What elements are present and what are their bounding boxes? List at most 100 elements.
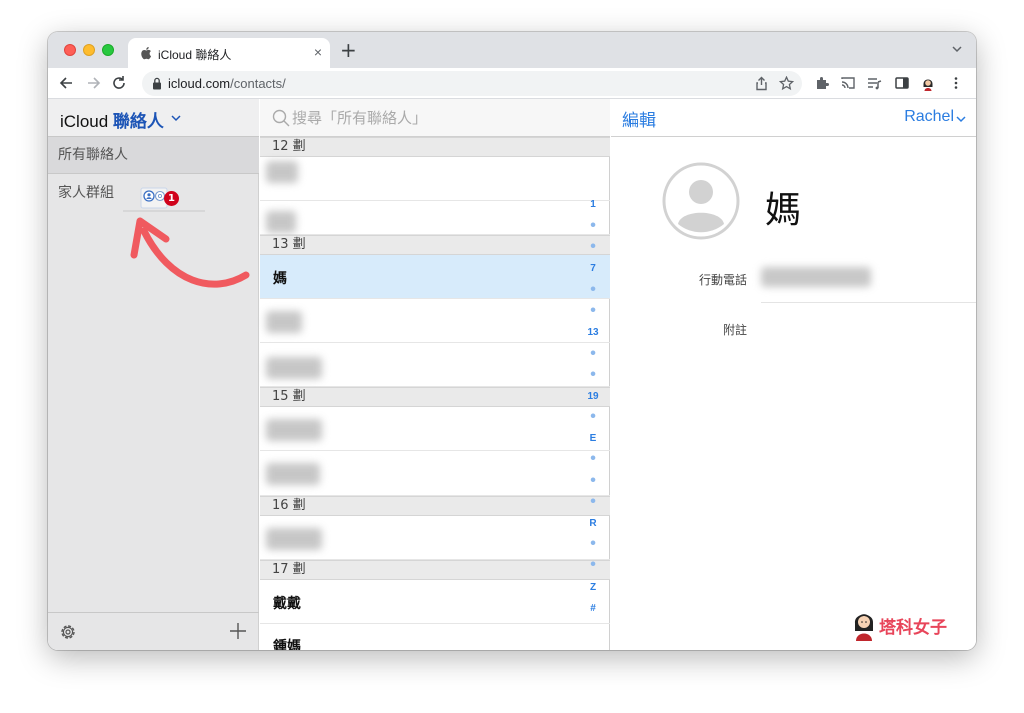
index-label[interactable]: 7	[585, 263, 601, 274]
contact-row[interactable]	[260, 299, 610, 343]
detail-header: 編輯 Rachel	[611, 99, 976, 137]
lock-icon[interactable]	[152, 77, 162, 90]
redacted-name	[266, 311, 302, 333]
sidebar-header: iCloud 聯絡人	[48, 99, 259, 137]
app-title-accent: 聯絡人	[112, 112, 164, 131]
index-label[interactable]: 1	[585, 199, 601, 210]
group-all-contacts[interactable]: 所有聯絡人	[48, 137, 259, 174]
side-panel-icon[interactable]	[894, 75, 910, 91]
index-label[interactable]: 19	[585, 391, 601, 402]
index-label[interactable]: R	[585, 518, 601, 529]
apple-icon	[141, 47, 151, 60]
contact-name-title: 媽	[765, 190, 802, 231]
index-label[interactable]: 13	[585, 327, 601, 338]
index-dot[interactable]: •	[585, 409, 601, 425]
reading-list-icon[interactable]	[866, 75, 882, 91]
address-bar[interactable]: icloud.com/contacts/	[142, 71, 802, 96]
icloud-contacts-app: iCloud 聯絡人 所有聯絡人 家人群組 1 搜尋「所有聯絡人」 12 劃 1…	[48, 99, 976, 650]
contact-row[interactable]	[260, 343, 610, 387]
contact-row[interactable]: 鍾媽	[260, 624, 610, 650]
cast-icon[interactable]	[840, 75, 856, 91]
redacted-name	[266, 161, 298, 183]
contact-list: 12 劃 13 劃 媽 15 劃	[260, 99, 610, 650]
tab-title: iCloud 聯絡人	[158, 48, 232, 62]
section-header: 15 劃	[260, 387, 610, 407]
redacted-phone	[761, 267, 871, 287]
section-header: 12 劃	[260, 137, 610, 157]
contact-avatar-icon	[662, 162, 740, 240]
more-menu-icon[interactable]	[948, 75, 964, 91]
index-dot[interactable]: •	[585, 346, 601, 362]
extensions-puzzle-icon[interactable]	[814, 75, 830, 91]
browser-toolbar: icloud.com/contacts/	[48, 68, 976, 99]
profile-avatar-icon[interactable]	[920, 75, 936, 91]
index-label[interactable]: #	[585, 603, 601, 614]
groups-sidebar: iCloud 聯絡人 所有聯絡人 家人群組 1	[48, 99, 259, 650]
index-scrubber[interactable]: 1 • • 7 • • 13 • • 19 • E • • • R • • Z …	[585, 199, 601, 619]
zoom-window-button[interactable]	[102, 44, 114, 56]
index-dot[interactable]: •	[585, 473, 601, 489]
index-dot[interactable]: •	[585, 303, 601, 319]
section-header: 17 劃	[260, 560, 610, 580]
contact-row[interactable]	[260, 451, 610, 496]
index-dot[interactable]: •	[585, 536, 601, 552]
redacted-name	[266, 357, 322, 379]
redacted-name	[266, 528, 322, 550]
search-bar	[260, 99, 610, 137]
index-dot[interactable]: •	[585, 282, 601, 298]
app-title-prefix: iCloud	[60, 112, 113, 131]
contact-row[interactable]: 戴戴	[260, 580, 610, 624]
tab-icloud-contacts[interactable]: iCloud 聯絡人 ×	[128, 38, 330, 68]
watermark-text: 塔科女子	[879, 618, 947, 638]
contact-name: 戴戴	[273, 596, 301, 612]
index-dot[interactable]: •	[585, 451, 601, 467]
index-label[interactable]: E	[585, 433, 601, 444]
redacted-name	[266, 211, 296, 233]
mobile-label: 行動電話	[698, 273, 747, 287]
close-tab-icon[interactable]: ×	[314, 44, 322, 60]
forward-icon[interactable]	[84, 74, 102, 92]
chevron-down-icon[interactable]	[952, 44, 962, 54]
share-icon[interactable]	[754, 76, 769, 91]
add-icon[interactable]	[228, 621, 248, 641]
edit-button[interactable]: 編輯	[622, 106, 656, 131]
app-title[interactable]: iCloud 聯絡人	[60, 107, 164, 132]
contact-row[interactable]	[260, 407, 610, 451]
url-text[interactable]: icloud.com/contacts/	[168, 76, 286, 91]
gear-icon[interactable]	[58, 622, 78, 642]
watermark: 塔科女子	[851, 609, 961, 641]
bookmark-star-icon[interactable]	[779, 76, 794, 91]
contact-row[interactable]	[260, 516, 610, 560]
new-tab-button[interactable]: +	[340, 40, 357, 60]
index-label[interactable]: Z	[585, 582, 601, 593]
contact-row-selected[interactable]: 媽	[260, 255, 610, 299]
contact-row[interactable]	[260, 157, 610, 201]
index-dot[interactable]: •	[585, 494, 601, 510]
back-icon[interactable]	[58, 74, 76, 92]
redacted-name	[266, 463, 320, 485]
close-window-button[interactable]	[64, 44, 76, 56]
index-dot[interactable]: •	[585, 218, 601, 234]
sidebar-footer	[48, 612, 259, 650]
index-dot[interactable]: •	[585, 239, 601, 255]
contact-row[interactable]	[260, 201, 610, 235]
search-input[interactable]	[292, 105, 592, 131]
search-icon	[272, 109, 290, 127]
red-curved-arrow-icon	[130, 217, 250, 288]
chevron-down-icon[interactable]	[956, 115, 966, 123]
url-path: /contacts/	[230, 76, 286, 91]
redacted-name	[266, 419, 322, 441]
url-host: icloud.com	[168, 76, 231, 91]
girl-mascot-icon	[854, 614, 874, 641]
section-header: 16 劃	[260, 496, 610, 516]
index-dot[interactable]: •	[585, 367, 601, 383]
reload-icon[interactable]	[110, 74, 128, 92]
user-menu-button[interactable]: Rachel	[904, 108, 954, 126]
contact-name: 媽	[273, 271, 287, 287]
chevron-down-icon[interactable]	[171, 114, 181, 122]
minimize-window-button[interactable]	[83, 44, 95, 56]
field-divider	[761, 302, 976, 303]
section-header: 13 劃	[260, 235, 610, 255]
contact-name: 鍾媽	[273, 639, 301, 650]
index-dot[interactable]: •	[585, 557, 601, 573]
